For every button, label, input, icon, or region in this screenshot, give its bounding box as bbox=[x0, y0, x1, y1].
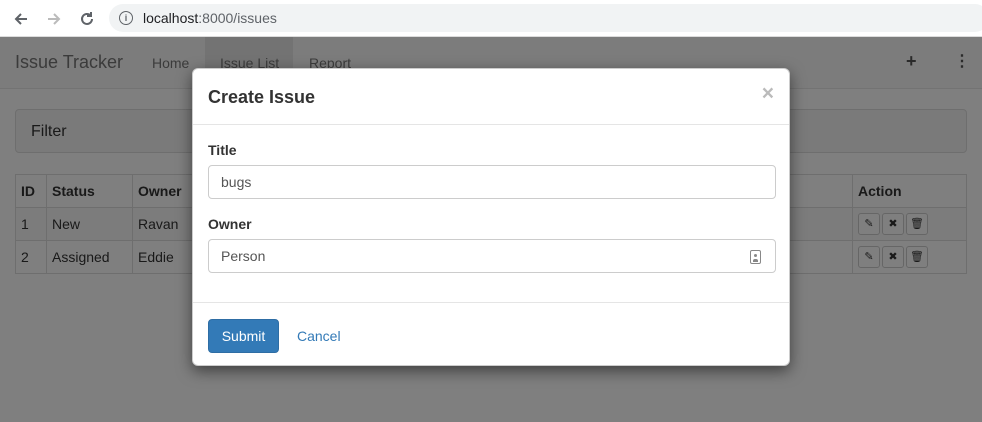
info-icon[interactable]: i bbox=[119, 11, 133, 25]
owner-value: Person bbox=[221, 248, 266, 264]
close-icon[interactable]: × bbox=[762, 83, 774, 104]
browser-toolbar: i localhost:8000/issues bbox=[0, 0, 982, 37]
title-label: Title bbox=[208, 142, 237, 158]
title-input[interactable]: bugs bbox=[208, 165, 776, 199]
reload-icon[interactable] bbox=[76, 8, 98, 30]
submit-button[interactable]: Submit bbox=[208, 319, 279, 353]
back-icon[interactable] bbox=[10, 8, 32, 30]
url-host: localhost bbox=[143, 10, 199, 26]
forward-icon[interactable] bbox=[43, 8, 65, 30]
address-bar[interactable]: i localhost:8000/issues bbox=[109, 4, 982, 32]
cancel-button[interactable]: Cancel bbox=[297, 328, 341, 344]
owner-input[interactable]: Person bbox=[208, 239, 776, 273]
contact-card-icon[interactable] bbox=[750, 250, 761, 264]
modal-footer: Submit Cancel bbox=[193, 302, 789, 367]
modal-header: Create Issue × bbox=[193, 69, 789, 125]
create-issue-modal: Create Issue × Title bugs Owner Person S… bbox=[192, 68, 790, 366]
modal-title: Create Issue bbox=[208, 87, 316, 107]
owner-label: Owner bbox=[208, 216, 252, 232]
url-path: :8000/issues bbox=[198, 10, 277, 26]
